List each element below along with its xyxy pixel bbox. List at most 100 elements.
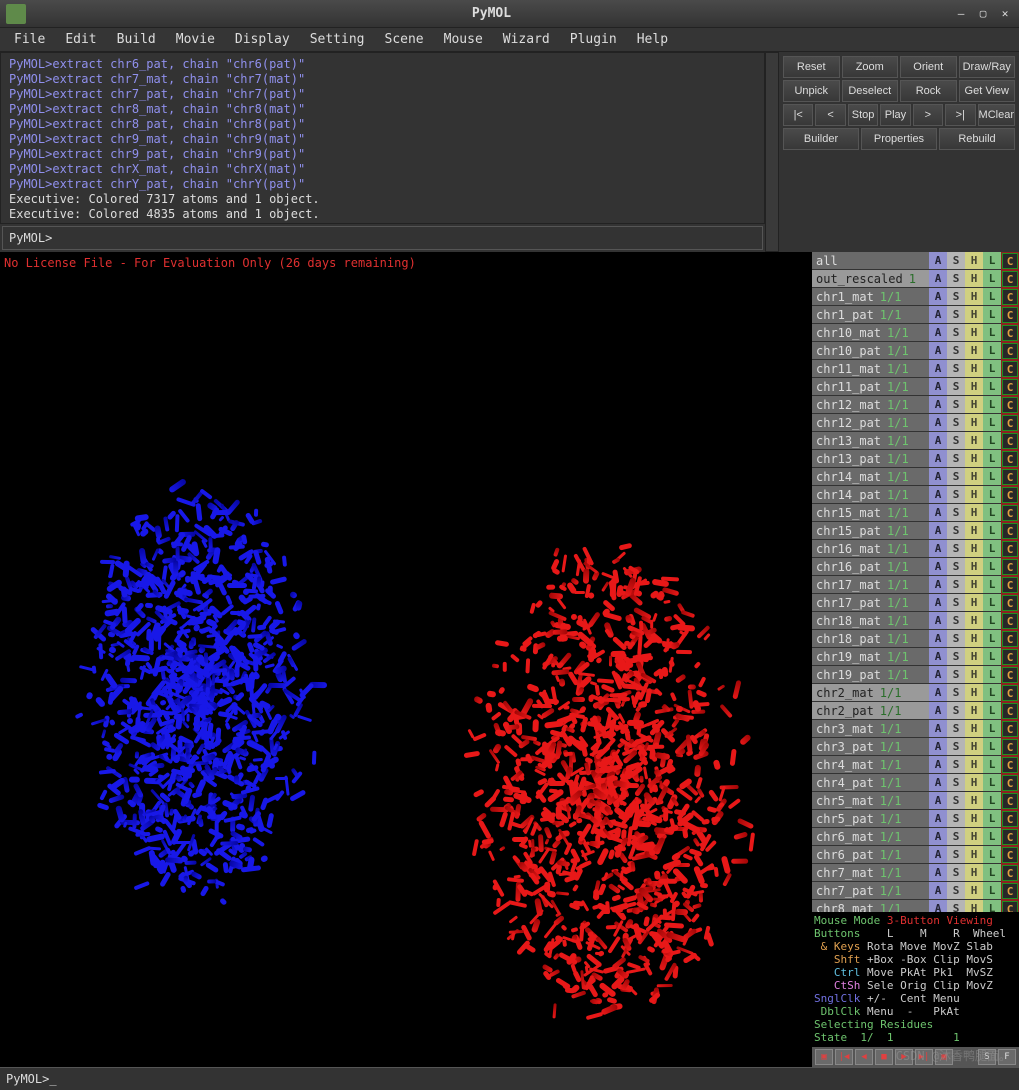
obj-h-button[interactable]: H [965, 846, 983, 864]
obj-l-button[interactable]: L [983, 432, 1001, 450]
drawray-button[interactable]: Draw/Ray [959, 56, 1016, 78]
object-row-chr15_pat[interactable]: chr15_pat 1/1ASHLC [812, 522, 1019, 540]
object-name[interactable]: chr19_pat 1/1 [812, 666, 929, 684]
obj-l-button[interactable]: L [983, 324, 1001, 342]
obj-c-button[interactable]: C [1001, 360, 1019, 378]
obj-h-button[interactable]: H [965, 810, 983, 828]
object-row-chr15_mat[interactable]: chr15_mat 1/1ASHLC [812, 504, 1019, 522]
obj-l-button[interactable]: L [983, 504, 1001, 522]
menu-file[interactable]: File [4, 29, 55, 50]
obj-s-button[interactable]: S [947, 846, 965, 864]
mclear-button[interactable]: MClear [978, 104, 1015, 126]
object-name[interactable]: chr3_mat 1/1 [812, 720, 929, 738]
obj-s-button[interactable]: S [947, 342, 965, 360]
obj-s-button[interactable]: S [947, 630, 965, 648]
obj-l-button[interactable]: L [983, 810, 1001, 828]
object-row-chr13_mat[interactable]: chr13_mat 1/1ASHLC [812, 432, 1019, 450]
rebuild-button[interactable]: Rebuild [939, 128, 1015, 150]
object-name[interactable]: chr5_mat 1/1 [812, 792, 929, 810]
obj-c-button[interactable]: C [1001, 270, 1019, 288]
obj-l-button[interactable]: L [983, 900, 1001, 912]
obj-h-button[interactable]: H [965, 828, 983, 846]
obj-a-button[interactable]: A [929, 540, 947, 558]
obj-s-button[interactable]: S [947, 504, 965, 522]
obj-s-button[interactable]: S [947, 576, 965, 594]
obj-h-button[interactable]: H [965, 504, 983, 522]
object-row-chr12_pat[interactable]: chr12_pat 1/1ASHLC [812, 414, 1019, 432]
obj-l-button[interactable]: L [983, 396, 1001, 414]
obj-c-button[interactable]: C [1001, 558, 1019, 576]
obj-l-button[interactable]: L [983, 522, 1001, 540]
obj-s-button[interactable]: S [947, 738, 965, 756]
obj-s-button[interactable]: S [947, 810, 965, 828]
obj-s-button[interactable]: S [947, 900, 965, 912]
obj-s-button[interactable]: S [947, 828, 965, 846]
obj-c-button[interactable]: C [1001, 846, 1019, 864]
obj-h-button[interactable]: H [965, 342, 983, 360]
object-name[interactable]: chr10_mat 1/1 [812, 324, 929, 342]
object-name[interactable]: chr7_pat 1/1 [812, 882, 929, 900]
object-row-chr2_mat[interactable]: chr2_mat 1/1ASHLC [812, 684, 1019, 702]
object-name[interactable]: chr8_mat 1/1 [812, 900, 929, 912]
obj-l-button[interactable]: L [983, 360, 1001, 378]
object-name[interactable]: chr16_mat 1/1 [812, 540, 929, 558]
bottom-command-input[interactable]: PyMOL>_ [0, 1067, 1019, 1090]
obj-a-button[interactable]: A [929, 666, 947, 684]
obj-l-button[interactable]: L [983, 666, 1001, 684]
obj-l-button[interactable]: L [983, 612, 1001, 630]
obj-l-button[interactable]: L [983, 864, 1001, 882]
obj-a-button[interactable]: A [929, 864, 947, 882]
obj-l-button[interactable]: L [983, 252, 1001, 270]
obj-c-button[interactable]: C [1001, 378, 1019, 396]
obj-c-button[interactable]: C [1001, 666, 1019, 684]
obj-l-button[interactable]: L [983, 720, 1001, 738]
obj-c-button[interactable]: C [1001, 432, 1019, 450]
obj-a-button[interactable]: A [929, 504, 947, 522]
object-row-chr10_pat[interactable]: chr10_pat 1/1ASHLC [812, 342, 1019, 360]
obj-h-button[interactable]: H [965, 576, 983, 594]
obj-c-button[interactable]: C [1001, 648, 1019, 666]
obj-a-button[interactable]: A [929, 576, 947, 594]
obj-a-button[interactable]: A [929, 486, 947, 504]
obj-a-button[interactable]: A [929, 396, 947, 414]
obj-a-button[interactable]: A [929, 792, 947, 810]
obj-s-button[interactable]: S [947, 270, 965, 288]
object-row-chr7_pat[interactable]: chr7_pat 1/1ASHLC [812, 882, 1019, 900]
obj-s-button[interactable]: S [947, 792, 965, 810]
obj-s-button[interactable]: S [947, 306, 965, 324]
obj-l-button[interactable]: L [983, 342, 1001, 360]
rock-button[interactable]: Rock [900, 80, 957, 102]
object-row-out_rescaled[interactable]: out_rescaled 1ASHLC [812, 270, 1019, 288]
object-row-chr10_mat[interactable]: chr10_mat 1/1ASHLC [812, 324, 1019, 342]
properties-button[interactable]: Properties [861, 128, 937, 150]
obj-h-button[interactable]: H [965, 522, 983, 540]
obj-c-button[interactable]: C [1001, 702, 1019, 720]
obj-a-button[interactable]: A [929, 774, 947, 792]
obj-l-button[interactable]: L [983, 450, 1001, 468]
obj-a-button[interactable]: A [929, 900, 947, 912]
object-name[interactable]: chr3_pat 1/1 [812, 738, 929, 756]
obj-a-button[interactable]: A [929, 648, 947, 666]
object-name[interactable]: chr13_mat 1/1 [812, 432, 929, 450]
obj-s-button[interactable]: S [947, 360, 965, 378]
object-name[interactable]: all [812, 252, 929, 270]
obj-l-button[interactable]: L [983, 558, 1001, 576]
obj-a-button[interactable]: A [929, 846, 947, 864]
obj-c-button[interactable]: C [1001, 720, 1019, 738]
obj-a-button[interactable]: A [929, 882, 947, 900]
object-name[interactable]: chr1_mat 1/1 [812, 288, 929, 306]
object-name[interactable]: chr4_pat 1/1 [812, 774, 929, 792]
obj-s-button[interactable]: S [947, 324, 965, 342]
object-name[interactable]: chr15_pat 1/1 [812, 522, 929, 540]
object-row-chr17_pat[interactable]: chr17_pat 1/1ASHLC [812, 594, 1019, 612]
obj-c-button[interactable]: C [1001, 828, 1019, 846]
obj-s-button[interactable]: S [947, 468, 965, 486]
object-name[interactable]: chr14_pat 1/1 [812, 486, 929, 504]
object-row-chr18_mat[interactable]: chr18_mat 1/1ASHLC [812, 612, 1019, 630]
obj-c-button[interactable]: C [1001, 396, 1019, 414]
obj-a-button[interactable]: A [929, 342, 947, 360]
obj-h-button[interactable]: H [965, 594, 983, 612]
object-row-chr12_mat[interactable]: chr12_mat 1/1ASHLC [812, 396, 1019, 414]
orient-button[interactable]: Orient [900, 56, 957, 78]
obj-h-button[interactable]: H [965, 468, 983, 486]
